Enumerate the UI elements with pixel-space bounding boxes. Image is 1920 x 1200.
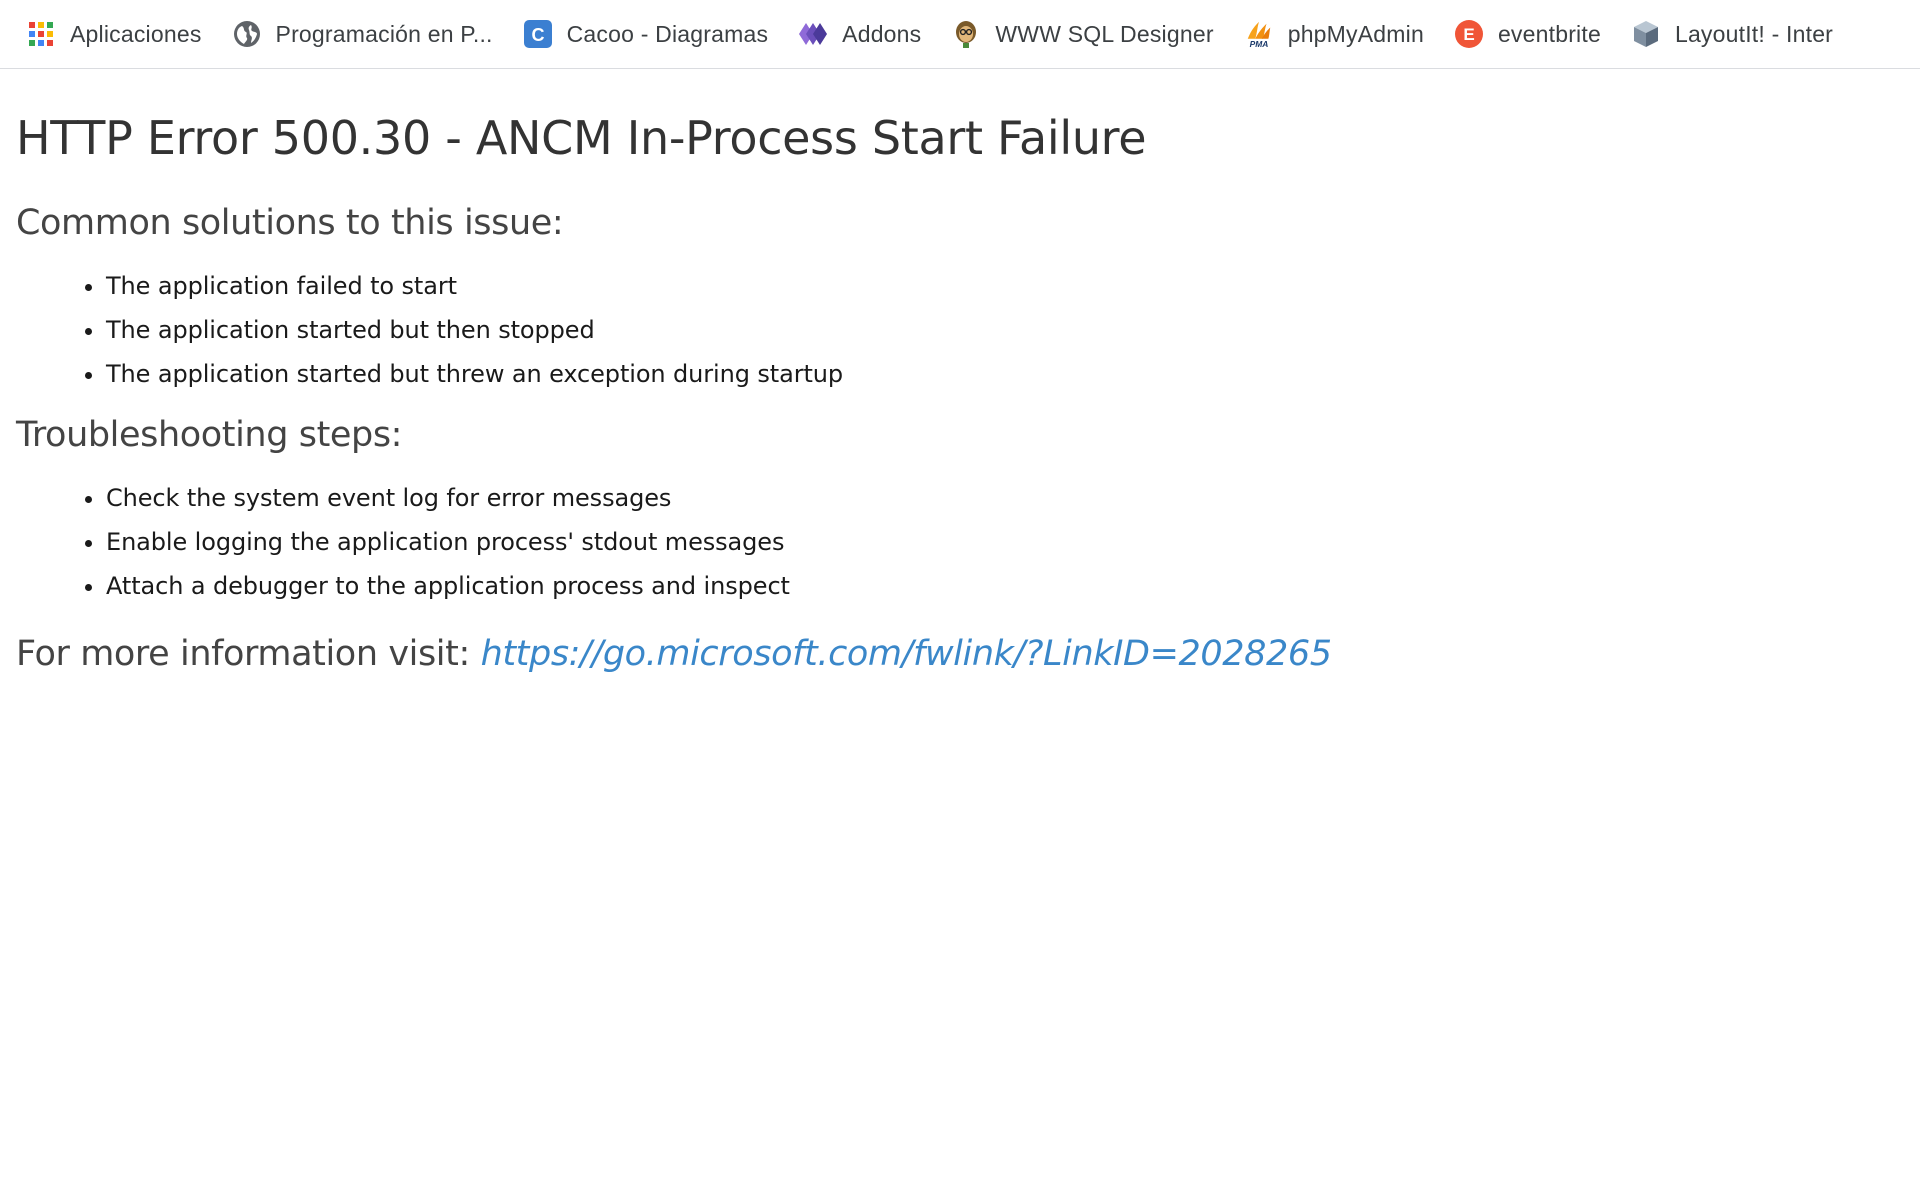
addons-icon <box>798 19 828 49</box>
more-info-line: For more information visit: https://go.m… <box>16 626 1896 682</box>
bookmark-addons[interactable]: Addons <box>790 14 931 54</box>
eventbrite-icon-letter: E <box>1463 25 1474 44</box>
list-item: Check the system event log for error mes… <box>106 476 1896 520</box>
bookmark-phpmyadmin[interactable]: PMA phpMyAdmin <box>1236 14 1434 54</box>
cacoo-icon: C <box>523 19 553 49</box>
bookmark-cacoo[interactable]: C Cacoo - Diagramas <box>515 14 779 54</box>
phpmyadmin-icon: PMA <box>1244 19 1274 49</box>
eventbrite-icon: E <box>1454 19 1484 49</box>
troubleshooting-list: Check the system event log for error mes… <box>16 476 1896 608</box>
bookmark-eventbrite[interactable]: E eventbrite <box>1446 14 1611 54</box>
bookmark-label: Aplicaciones <box>70 20 202 47</box>
layoutit-icon <box>1631 19 1661 49</box>
more-info-link[interactable]: https://go.microsoft.com/fwlink/?LinkID=… <box>481 634 1332 674</box>
bookmarks-bar: Aplicaciones Programación en P... C Caco… <box>0 0 1920 69</box>
bookmark-label: Cacoo - Diagramas <box>566 20 769 47</box>
phpmyadmin-icon-text: PMA <box>1249 39 1268 49</box>
bookmark-label: phpMyAdmin <box>1287 20 1424 47</box>
bookmark-programacion[interactable]: Programación en P... <box>224 14 503 54</box>
apps-grid-icon <box>26 19 56 49</box>
common-solutions-list: The application failed to start The appl… <box>16 264 1896 396</box>
list-item: Attach a debugger to the application pro… <box>106 564 1896 608</box>
bookmark-layoutit[interactable]: LayoutIt! - Inter <box>1623 14 1843 54</box>
bookmark-label: eventbrite <box>1497 20 1601 47</box>
bookmark-label: Programación en P... <box>275 20 493 47</box>
cacoo-icon-letter: C <box>531 25 544 45</box>
list-item: Enable logging the application process' … <box>106 520 1896 564</box>
sql-designer-icon <box>951 19 981 49</box>
more-info-label: For more information visit: <box>16 634 481 674</box>
common-solutions-heading: Common solutions to this issue: <box>16 203 564 243</box>
bookmark-sql-designer[interactable]: WWW SQL Designer <box>943 14 1223 54</box>
error-page-content: HTTP Error 500.30 - ANCM In-Process Star… <box>16 100 1896 682</box>
list-item: The application started but threw an exc… <box>106 352 1896 396</box>
bookmark-label: Addons <box>842 20 922 47</box>
bookmark-label: LayoutIt! - Inter <box>1674 20 1834 47</box>
troubleshooting-heading: Troubleshooting steps: <box>16 415 403 455</box>
list-item: The application failed to start <box>106 264 1896 308</box>
list-item: The application started but then stopped <box>106 308 1896 352</box>
globe-icon <box>232 19 262 49</box>
bookmark-label: WWW SQL Designer <box>995 20 1214 47</box>
page-title: HTTP Error 500.30 - ANCM In-Process Star… <box>16 111 1147 165</box>
bookmark-aplicaciones[interactable]: Aplicaciones <box>18 14 212 54</box>
